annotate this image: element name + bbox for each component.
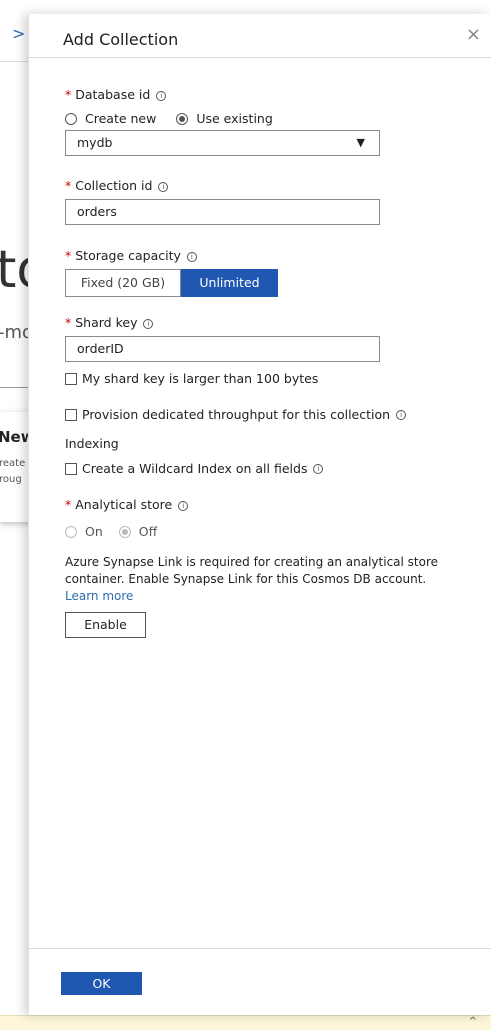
synapse-link-text: Azure Synapse Link is required for creat… <box>65 555 439 586</box>
dedicated-throughput-label[interactable]: Provision dedicated throughput for this … <box>82 407 390 422</box>
info-icon[interactable]: i <box>313 463 324 474</box>
notification-bar <box>0 1015 491 1030</box>
database-id-label: * Database id i <box>65 87 167 102</box>
divider <box>0 61 28 62</box>
caret-down-icon: ▼ <box>356 136 365 149</box>
analytical-store-label: * Analytical store i <box>65 497 189 512</box>
synapse-link-note: Azure Synapse Link is required for creat… <box>65 554 445 605</box>
info-icon[interactable]: i <box>178 501 189 511</box>
shard-key-input[interactable]: orderID <box>65 336 380 362</box>
info-icon[interactable]: i <box>143 319 154 329</box>
large-shard-key-option: My shard key is larger than 100 bytes <box>65 371 318 386</box>
storage-capacity-toggle: Fixed (20 GB) Unlimited <box>65 269 278 297</box>
unlimited-capacity-button[interactable]: Unlimited <box>181 269 278 297</box>
close-icon[interactable]: × <box>466 24 481 45</box>
database-mode-radio-group: Create new Use existing <box>65 111 293 126</box>
footer-divider <box>29 948 491 949</box>
create-new-radio[interactable] <box>65 112 77 125</box>
chevron-icon[interactable]: > <box>12 24 25 43</box>
collection-id-input[interactable]: orders <box>65 199 380 225</box>
indexing-heading: Indexing <box>65 436 119 451</box>
panel-title: Add Collection <box>63 30 179 49</box>
storage-capacity-label: * Storage capacity i <box>65 248 197 263</box>
add-collection-panel: Add Collection × * Database id i Create ne… <box>28 14 491 1015</box>
collection-id-label: * Collection id i <box>65 178 169 193</box>
background-card-text: reate <box>0 458 26 469</box>
info-icon[interactable]: i <box>186 252 197 262</box>
info-icon[interactable]: i <box>158 182 169 192</box>
dedicated-throughput-option: Provision dedicated throughput for this … <box>65 407 407 422</box>
header-divider <box>29 57 491 58</box>
chevron-up-icon[interactable]: ^ <box>469 1016 477 1027</box>
background-card-text: roug <box>0 474 22 485</box>
analytical-store-radio-group: On Off <box>65 524 177 539</box>
large-shard-key-checkbox[interactable] <box>65 372 77 385</box>
divider <box>0 387 28 388</box>
wildcard-index-option: Create a Wildcard Index on all fields i <box>65 461 324 476</box>
wildcard-index-checkbox[interactable] <box>65 462 77 475</box>
ok-button[interactable]: OK <box>61 972 142 995</box>
analytical-off-label[interactable]: Off <box>139 524 157 539</box>
database-select[interactable]: mydb ▼ <box>65 130 380 156</box>
analytical-on-label[interactable]: On <box>85 524 103 539</box>
enable-button[interactable]: Enable <box>65 612 146 638</box>
use-existing-radio[interactable] <box>176 112 189 125</box>
analytical-on-radio[interactable] <box>65 525 77 538</box>
use-existing-label[interactable]: Use existing <box>196 111 272 126</box>
shard-key-label: * Shard key i <box>65 315 154 330</box>
wildcard-index-label[interactable]: Create a Wildcard Index on all fields <box>82 461 307 476</box>
dedicated-throughput-checkbox[interactable] <box>65 408 77 421</box>
analytical-off-radio[interactable] <box>118 525 131 538</box>
learn-more-link[interactable]: Learn more <box>65 589 133 603</box>
create-new-label[interactable]: Create new <box>85 111 156 126</box>
info-icon[interactable]: i <box>396 409 407 420</box>
database-select-value: mydb <box>77 135 113 150</box>
large-shard-key-label[interactable]: My shard key is larger than 100 bytes <box>82 371 318 386</box>
fixed-capacity-button[interactable]: Fixed (20 GB) <box>65 269 181 297</box>
info-icon[interactable]: i <box>156 91 167 101</box>
